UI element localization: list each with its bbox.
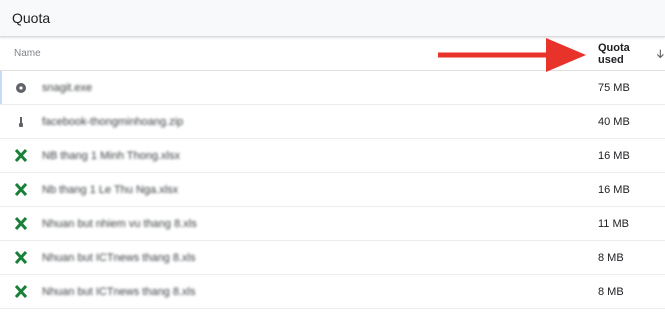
zip-icon-glyph xyxy=(19,116,23,127)
app-icon-glyph xyxy=(16,82,26,93)
table-row[interactable]: Nhuan but ICTnews thang 8.xls 8 MB xyxy=(0,241,665,275)
quota-used-value: 8 MB xyxy=(598,285,624,298)
file-list: snagit.exe 75 MB facebook-thongminhoang.zi… xyxy=(0,71,665,309)
topbar: Quota xyxy=(0,0,665,37)
spreadsheet-icon xyxy=(14,285,28,299)
spreadsheet-icon xyxy=(14,251,28,265)
quota-used-value: 40 MB xyxy=(598,115,630,128)
spreadsheet-icon xyxy=(14,149,28,163)
zip-icon xyxy=(14,115,28,129)
spreadsheet-icon-glyph xyxy=(15,285,27,298)
page-title: Quota xyxy=(12,10,51,26)
spreadsheet-icon-glyph xyxy=(15,251,27,264)
app-icon xyxy=(14,81,28,95)
file-name[interactable]: facebook-thongminhoang.zip xyxy=(42,116,183,128)
arrow-down-icon[interactable] xyxy=(656,48,665,60)
file-name[interactable]: Nhuan but ICTnews thang 8.xls xyxy=(42,252,195,264)
quota-used-value: 16 MB xyxy=(598,149,630,162)
spreadsheet-icon xyxy=(14,217,28,231)
file-name[interactable]: Nb thang 1 Le Thu Nga.xlsx xyxy=(42,184,178,196)
quota-used-value: 16 MB xyxy=(598,183,630,196)
table-header: Name Quota used xyxy=(0,37,665,71)
quota-used-value: 8 MB xyxy=(598,251,624,264)
spreadsheet-icon-glyph xyxy=(15,217,27,230)
quota-used-value: 11 MB xyxy=(598,217,629,230)
table-row[interactable]: Nhuan but nhiem vu thang 8.xls 11 MB xyxy=(0,207,665,241)
table-row[interactable]: facebook-thongminhoang.zip 40 MB xyxy=(0,105,665,139)
table-row[interactable]: NB thang 1 Minh Thong.xlsx 16 MB xyxy=(0,139,665,173)
quota-used-header-label: Quota used xyxy=(598,41,630,66)
name-column-header[interactable]: Name xyxy=(14,48,41,59)
spreadsheet-icon-glyph xyxy=(15,149,27,162)
table-row[interactable]: snagit.exe 75 MB xyxy=(0,71,665,105)
table-row[interactable]: Nb thang 1 Le Thu Nga.xlsx 16 MB xyxy=(0,173,665,207)
quota-used-value: 75 MB xyxy=(598,81,630,94)
spreadsheet-icon-glyph xyxy=(15,183,27,196)
spreadsheet-icon xyxy=(14,183,28,197)
table-row[interactable]: Nhuan but ICTnews thang 8.xls 8 MB xyxy=(0,275,665,309)
quota-used-column-header[interactable]: Quota used xyxy=(598,42,665,66)
file-name[interactable]: snagit.exe xyxy=(42,82,92,94)
file-name[interactable]: Nhuan but nhiem vu thang 8.xls xyxy=(42,218,197,230)
file-name[interactable]: NB thang 1 Minh Thong.xlsx xyxy=(42,150,180,162)
file-name[interactable]: Nhuan but ICTnews thang 8.xls xyxy=(42,286,195,298)
